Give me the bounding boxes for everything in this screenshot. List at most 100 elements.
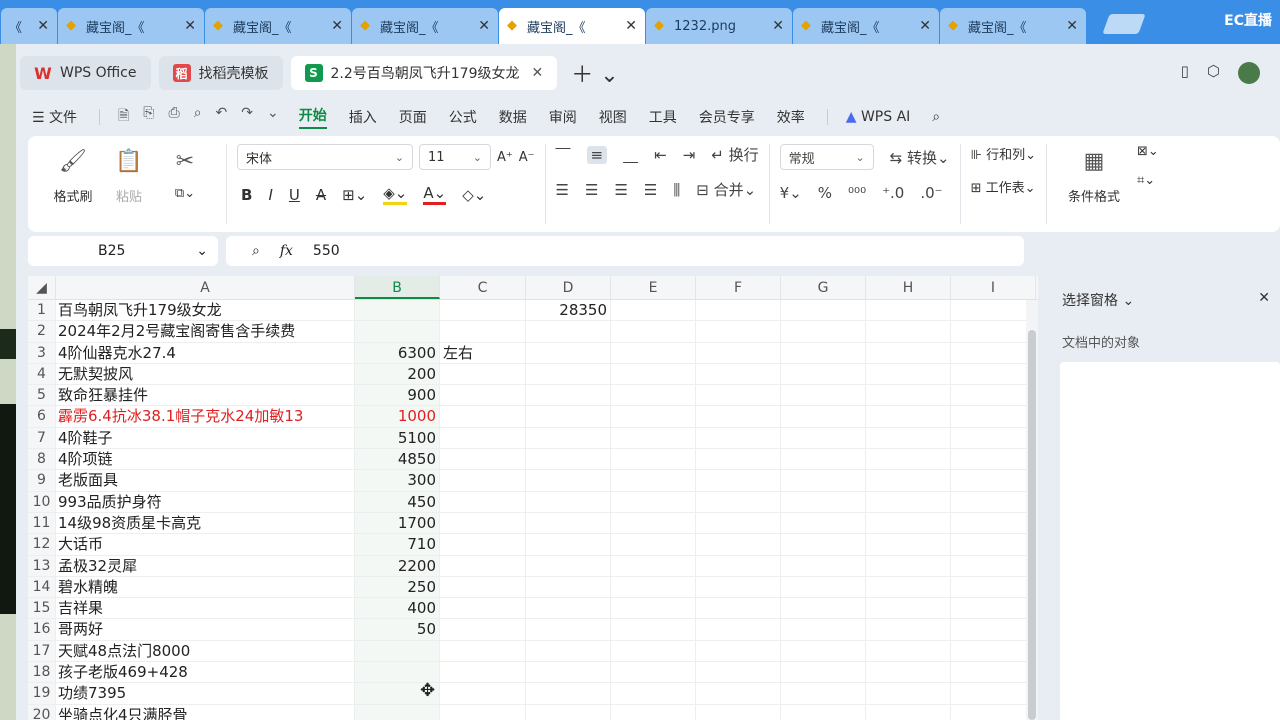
cell-a[interactable]: 天赋48点法门8000	[56, 640, 355, 663]
search-icon[interactable]: ⌕	[932, 109, 940, 125]
close-icon[interactable]: ✕	[625, 18, 637, 34]
cell-b[interactable]: 400	[355, 598, 440, 620]
cell-e[interactable]	[611, 576, 696, 599]
cell-i[interactable]	[951, 555, 1036, 577]
browser-tab-active[interactable]: ◆ 藏宝阁_《 ✕	[499, 8, 645, 44]
cell-b[interactable]: 1000	[355, 406, 440, 428]
cell-a[interactable]: 老版面具	[56, 470, 355, 492]
wps-ai-button[interactable]: ▲ WPS AI	[846, 109, 911, 125]
cell-d[interactable]: 28350	[526, 300, 611, 322]
cell-a[interactable]: 百鸟朝凤飞升179级女龙	[56, 300, 355, 322]
cell-d[interactable]	[526, 363, 611, 386]
cell-g[interactable]	[781, 300, 866, 322]
cell-i[interactable]	[951, 576, 1036, 599]
cell-i[interactable]	[951, 640, 1036, 663]
cell-d[interactable]	[526, 321, 611, 343]
cell-g[interactable]	[781, 576, 866, 599]
cell-b[interactable]: 900	[355, 385, 440, 407]
cell-a[interactable]: 功绩7395	[56, 683, 355, 705]
cell-d[interactable]	[526, 640, 611, 663]
italic-icon[interactable]: I	[268, 186, 272, 204]
row-number[interactable]: 4	[28, 363, 56, 386]
row-number[interactable]: 9	[28, 470, 56, 492]
cell-h[interactable]	[866, 555, 951, 577]
objects-list[interactable]	[1060, 362, 1280, 720]
cell-i[interactable]	[951, 662, 1036, 684]
cell-a[interactable]: 致命狂暴挂件	[56, 385, 355, 407]
decrease-font-icon[interactable]: A⁻	[519, 150, 535, 165]
column-header[interactable]: F	[696, 276, 781, 299]
cell-c[interactable]	[440, 619, 526, 641]
cell-g[interactable]	[781, 363, 866, 386]
cell-g[interactable]	[781, 512, 866, 535]
cell-h[interactable]	[866, 704, 951, 720]
browser-tab[interactable]: ◆ 藏宝阁_《 ✕	[793, 8, 939, 44]
save-icon[interactable]: 🗎	[118, 105, 129, 129]
row-number[interactable]: 1	[28, 300, 56, 322]
cell-c[interactable]	[440, 449, 526, 471]
row-number[interactable]: 11	[28, 512, 56, 535]
browser-tab[interactable]: ◆ 藏宝阁_《 ✕	[352, 8, 498, 44]
cell-b[interactable]: 1700	[355, 512, 440, 535]
font-color-icon[interactable]: A⌄	[423, 184, 447, 205]
cell-f[interactable]	[696, 427, 781, 450]
cell-h[interactable]	[866, 512, 951, 535]
app-tab-wps-office[interactable]: W WPS Office	[20, 56, 151, 90]
cell-i[interactable]	[951, 683, 1036, 705]
close-icon[interactable]: ✕	[37, 18, 49, 34]
cell-e[interactable]	[611, 300, 696, 322]
cell-i[interactable]	[951, 363, 1036, 386]
eraser-icon[interactable]: ◇⌄	[462, 186, 486, 204]
paste-button[interactable]: 📋 粘贴	[104, 144, 154, 224]
currency-icon[interactable]: ¥⌄	[780, 184, 802, 202]
align-bottom-icon[interactable]: ⎽	[623, 146, 638, 164]
cell-c[interactable]	[440, 555, 526, 577]
row-number[interactable]: 20	[28, 704, 56, 720]
cell-d[interactable]	[526, 683, 611, 705]
cell-e[interactable]	[611, 662, 696, 684]
cell-b[interactable]: 450	[355, 491, 440, 513]
cell-b[interactable]: 2200	[355, 555, 440, 577]
tab-member[interactable]: 会员专享	[699, 107, 755, 127]
close-icon[interactable]: ✕	[532, 65, 544, 81]
cell-g[interactable]	[781, 619, 866, 641]
cell-f[interactable]	[696, 555, 781, 577]
row-number[interactable]: 6	[28, 406, 56, 428]
select-all-corner[interactable]: ◢	[28, 276, 56, 299]
cell-h[interactable]	[866, 619, 951, 641]
cell-g[interactable]	[781, 598, 866, 620]
cell-style-icon[interactable]: ⊠⌄	[1137, 144, 1159, 159]
cell-a[interactable]: 哥两好	[56, 619, 355, 641]
cell-h[interactable]	[866, 576, 951, 599]
cell-d[interactable]	[526, 385, 611, 407]
pane-title[interactable]: 选择窗格 ⌄	[1062, 290, 1134, 310]
cell-f[interactable]	[696, 406, 781, 428]
cell-b[interactable]	[355, 321, 440, 343]
cell-f[interactable]	[696, 470, 781, 492]
row-number[interactable]: 5	[28, 385, 56, 407]
cell-a[interactable]: 孟极32灵犀	[56, 555, 355, 577]
cell-h[interactable]	[866, 449, 951, 471]
cell-e[interactable]	[611, 555, 696, 577]
avatar[interactable]	[1238, 62, 1260, 84]
cell-i[interactable]	[951, 491, 1036, 513]
column-header-selected[interactable]: B	[355, 276, 440, 299]
row-number[interactable]: 2	[28, 321, 56, 343]
close-icon[interactable]: ✕	[1066, 18, 1078, 34]
align-top-icon[interactable]: ⎺	[556, 146, 571, 164]
cell-g[interactable]	[781, 427, 866, 450]
decimal-increase-icon[interactable]: ⁺.0	[882, 184, 904, 202]
cell-d[interactable]	[526, 619, 611, 641]
tab-review[interactable]: 审阅	[549, 107, 577, 127]
rows-cols-button[interactable]: ⊪ 行和列⌄	[971, 144, 1036, 163]
cell-d[interactable]	[526, 576, 611, 599]
print-icon[interactable]: ⎙	[168, 105, 179, 129]
tab-home[interactable]: 开始	[298, 105, 327, 129]
tab-view[interactable]: 视图	[599, 107, 627, 127]
cell-b[interactable]	[355, 300, 440, 322]
row-number[interactable]: 14	[28, 576, 56, 599]
column-header[interactable]: G	[781, 276, 866, 299]
column-header[interactable]: A	[56, 276, 355, 299]
cell-h[interactable]	[866, 491, 951, 513]
tab-data[interactable]: 数据	[499, 107, 527, 127]
